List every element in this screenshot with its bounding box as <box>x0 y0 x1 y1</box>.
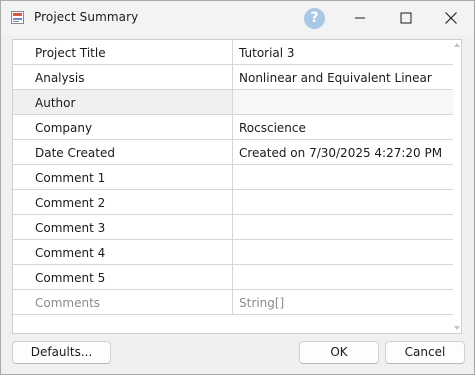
maximize-button[interactable] <box>384 1 428 34</box>
title-bar[interactable]: Project Summary ? <box>1 1 474 35</box>
property-value[interactable]: Created on 7/30/2025 4:27:20 PM <box>239 146 442 160</box>
property-grid: Project Title Tutorial 3 Analysis Nonlin… <box>12 39 462 334</box>
column-divider <box>232 265 233 289</box>
property-row-comment-2[interactable]: Comment 2 <box>13 190 453 215</box>
scroll-down-arrow-icon[interactable] <box>453 324 461 332</box>
maximize-icon <box>400 12 412 23</box>
column-divider <box>232 290 233 314</box>
close-button[interactable] <box>429 1 473 34</box>
column-divider <box>232 190 233 214</box>
property-row-author[interactable]: Author <box>13 90 453 115</box>
property-label: Comment 3 <box>35 221 106 235</box>
property-label: Comments <box>35 296 101 310</box>
property-label: Comment 2 <box>35 196 106 210</box>
close-icon <box>445 11 457 24</box>
column-divider <box>232 215 233 239</box>
property-row-comment-4[interactable]: Comment 4 <box>13 240 453 265</box>
property-label: Comment 4 <box>35 246 106 260</box>
property-label: Project Title <box>35 46 106 60</box>
property-label: Comment 5 <box>35 271 106 285</box>
property-label: Comment 1 <box>35 171 106 185</box>
property-value: String[] <box>239 296 285 310</box>
scroll-up-arrow-icon[interactable] <box>453 41 461 49</box>
property-row-company[interactable]: Company Rocscience <box>13 115 453 140</box>
property-row-date-created[interactable]: Date Created Created on 7/30/2025 4:27:2… <box>13 140 453 165</box>
property-row-comment-1[interactable]: Comment 1 <box>13 165 453 190</box>
property-label: Analysis <box>35 71 85 85</box>
property-value[interactable]: Tutorial 3 <box>239 46 295 60</box>
column-divider <box>232 115 233 139</box>
minimize-icon <box>355 17 365 18</box>
column-divider <box>232 65 233 89</box>
column-divider <box>232 40 233 64</box>
column-divider <box>232 90 233 114</box>
property-value[interactable]: Rocscience <box>239 121 306 135</box>
ok-button[interactable]: OK <box>299 341 379 364</box>
column-divider <box>232 140 233 164</box>
minimize-button[interactable] <box>338 1 382 34</box>
defaults-button[interactable]: Defaults... <box>12 341 111 364</box>
property-label: Author <box>35 96 76 110</box>
property-row-project-title[interactable]: Project Title Tutorial 3 <box>13 40 453 65</box>
property-label: Company <box>35 121 93 135</box>
column-divider <box>232 240 233 264</box>
property-row-comments[interactable]: Comments String[] <box>13 290 453 315</box>
cancel-button[interactable]: Cancel <box>385 341 465 364</box>
property-label: Date Created <box>35 146 115 160</box>
project-summary-dialog: Project Summary ? Project Title Tutorial… <box>0 0 475 375</box>
property-value[interactable]: Nonlinear and Equivalent Linear <box>239 71 432 85</box>
property-row-analysis[interactable]: Analysis Nonlinear and Equivalent Linear <box>13 65 453 90</box>
vertical-scrollbar[interactable] <box>453 40 461 333</box>
property-row-comment-3[interactable]: Comment 3 <box>13 215 453 240</box>
property-row-comment-5[interactable]: Comment 5 <box>13 265 453 290</box>
window-title: Project Summary <box>34 10 139 24</box>
project-summary-app-icon <box>11 11 24 24</box>
column-divider <box>232 165 233 189</box>
help-icon[interactable]: ? <box>304 8 325 29</box>
